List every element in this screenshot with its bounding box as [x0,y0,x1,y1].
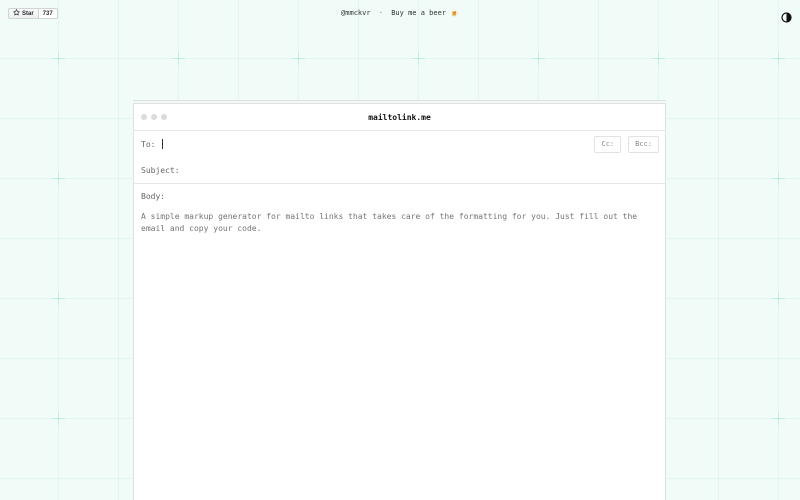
grid-cross-decoration [52,412,65,425]
subject-row: Subject: [134,157,665,183]
grid-cross-decoration [772,292,785,305]
grid-cross-decoration [652,52,665,65]
bcc-button[interactable]: Bcc: [628,135,659,153]
to-row: To: Cc: Bcc: [134,131,665,157]
cc-bcc-group: Cc: Bcc: [594,135,659,153]
author-link[interactable]: @mmckvr [341,9,371,17]
subject-input[interactable] [186,163,665,177]
grid-cross-decoration [172,52,185,65]
grid-cross-decoration [52,52,65,65]
window-dot-icon [161,114,167,120]
subject-label: Subject: [141,165,180,175]
window-dot-icon [151,114,157,120]
grid-cross-decoration [292,52,305,65]
top-links-separator: · [378,9,383,17]
body-label: Body: [141,192,166,201]
grid-cross-decoration [52,292,65,305]
body-textarea[interactable] [141,211,659,461]
theme-toggle-button[interactable] [781,8,792,23]
to-label: To: [141,139,156,149]
grid-cross-decoration [772,172,785,185]
window-controls [141,114,167,120]
grid-cross-decoration [772,52,785,65]
grid-cross-decoration [412,52,425,65]
grid-cross-decoration [52,172,65,185]
buy-beer-link[interactable]: Buy me a beer 🍺 [391,9,459,17]
mail-window: mailtolink.me To: Cc: Bcc: Subject: Body… [133,103,666,500]
contrast-icon [781,8,792,27]
grid-cross-decoration [532,52,545,65]
window-titlebar: mailtolink.me [134,104,665,131]
body-section: Body: [134,184,665,471]
cc-button[interactable]: Cc: [594,135,622,153]
top-links: @mmckvr · Buy me a beer 🍺 [0,8,800,19]
window-title: mailtolink.me [368,112,431,122]
text-cursor [162,139,164,149]
to-input[interactable] [165,137,595,151]
grid-cross-decoration [772,412,785,425]
window-dot-icon [141,114,147,120]
